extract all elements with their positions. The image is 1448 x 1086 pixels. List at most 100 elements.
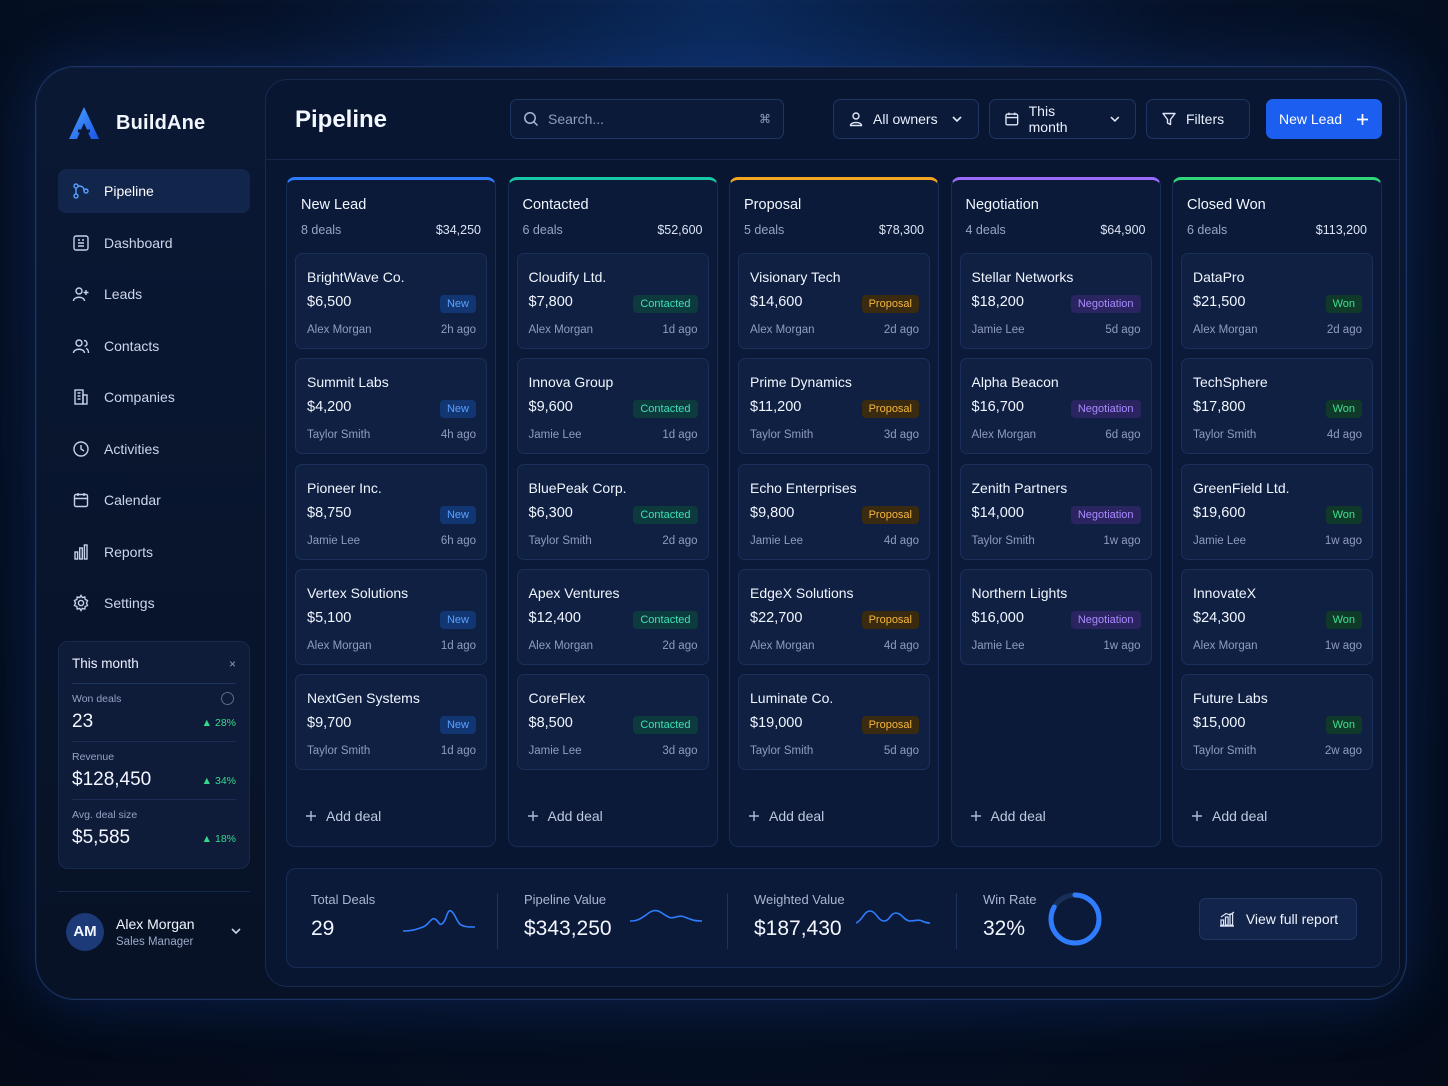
status-badge: Won [1325, 295, 1362, 313]
summary-value: $187,430 [754, 917, 842, 940]
plus-icon [527, 811, 538, 821]
deal-card[interactable]: Northern Lights $16,000 Negotiation Jami… [959, 568, 1152, 665]
pipeline-column-new-lead: New Lead 8 deals $34,250 BrightWave Co. … [286, 177, 496, 847]
sidebar-item-leads[interactable]: Leads [58, 272, 250, 316]
deal-time: 4d ago [1326, 429, 1362, 442]
deal-card[interactable]: Alpha Beacon $16,700 Negotiation Alex Mo… [959, 358, 1152, 455]
deal-company: Stellar Networks [971, 269, 1074, 285]
deal-card[interactable]: Innova Group $9,600 Contacted Jamie Lee … [516, 358, 709, 455]
companies-icon [72, 388, 90, 406]
status-badge: Won [1325, 505, 1362, 524]
deal-card[interactable]: Zenith Partners $14,000 Negotiation Tayl… [959, 463, 1152, 560]
status-badge: Contacted [633, 716, 698, 735]
deal-card[interactable]: Summit Labs $4,200 New Taylor Smith 4h a… [295, 358, 487, 455]
sidebar-item-label: Reports [104, 543, 154, 560]
deal-card[interactable]: CoreFlex $8,500 Contacted Jamie Lee 3d a… [516, 674, 709, 771]
deal-owner: Taylor Smith [971, 534, 1035, 547]
deal-owner: Alex Morgan [307, 324, 372, 336]
sidebar-item-calendar[interactable]: Calendar [58, 478, 250, 522]
sidebar-item-label: Companies [104, 389, 175, 405]
deal-company: Cloudify Ltd. [528, 269, 607, 285]
status-badge: Proposal [861, 505, 919, 524]
search-input[interactable]: Search... ⌘ [510, 99, 784, 139]
info-icon[interactable] [221, 692, 234, 705]
deal-card[interactable]: GreenField Ltd. $19,600 Won Jamie Lee 1w… [1181, 463, 1373, 560]
deal-card[interactable]: TechSphere $17,800 Won Taylor Smith 4d a… [1181, 358, 1373, 455]
add-deal-button[interactable]: Add deal [305, 808, 381, 824]
date-filter-dropdown[interactable]: This month [989, 99, 1136, 139]
deal-company: Pioneer Inc. [307, 479, 382, 496]
status-badge: Proposal [861, 610, 919, 629]
deal-card[interactable]: Apex Ventures $12,400 Contacted Alex Mor… [516, 568, 709, 665]
deal-card[interactable]: Visionary Tech $14,600 Proposal Alex Mor… [738, 253, 930, 349]
chevron-down-icon [952, 116, 962, 123]
stat-won-deals: Won deals 23 ▲ 28% [72, 684, 236, 742]
deal-card[interactable]: InnovateX $24,300 Won Alex Morgan 1w ago [1181, 568, 1373, 665]
deal-card[interactable]: Stellar Networks $18,200 Negotiation Jam… [959, 253, 1152, 349]
deal-card[interactable]: Pioneer Inc. $8,750 New Jamie Lee 6h ago [295, 463, 487, 560]
view-full-report-button[interactable]: View full report [1199, 898, 1357, 940]
deal-card[interactable]: Vertex Solutions $5,100 New Alex Morgan … [295, 568, 487, 665]
sidebar-item-contacts[interactable]: Contacts [58, 324, 250, 368]
deal-company: Apex Ventures [528, 584, 620, 601]
sidebar: BuildAne Pipeline Dashboard Leads Contacts C… [58, 79, 272, 987]
sidebar-item-reports[interactable]: Reports [58, 530, 250, 574]
plus-icon [306, 811, 316, 821]
stat-delta: ▲ 18% [201, 833, 236, 845]
deal-time: 1w ago [1324, 639, 1362, 652]
sidebar-item-label: Contacts [104, 337, 160, 354]
owner-filter-label: All owners [873, 111, 938, 127]
brand[interactable]: BuildAne [66, 105, 205, 141]
divider [956, 893, 957, 949]
new-lead-label: New Lead [1278, 111, 1343, 127]
main-panel: Pipeline Search... ⌘ All owners This mon… [265, 79, 1400, 987]
sidebar-item-activities[interactable]: Activities [58, 427, 250, 471]
deal-owner: Alex Morgan [971, 429, 1037, 442]
buildane-logo-icon [69, 107, 99, 139]
column-title: Proposal [744, 197, 802, 213]
deal-value: $9,800 [750, 504, 795, 521]
deal-time: 2d ago [883, 324, 919, 336]
filters-button[interactable]: Filters [1146, 99, 1250, 139]
deal-company: DataPro [1193, 269, 1245, 285]
sidebar-item-dashboard[interactable]: Dashboard [58, 221, 250, 265]
add-deal-button[interactable]: Add deal [527, 808, 603, 824]
new-lead-button[interactable]: New Lead [1266, 99, 1382, 139]
deal-card[interactable]: Luminate Co. $19,000 Proposal Taylor Smi… [738, 674, 930, 771]
deal-card[interactable]: NextGen Systems $9,700 New Taylor Smith … [295, 674, 487, 771]
deal-card[interactable]: Future Labs $15,000 Won Taylor Smith 2w … [1181, 674, 1373, 771]
deal-company: Alpha Beacon [971, 374, 1059, 391]
sidebar-item-companies[interactable]: Companies [58, 375, 250, 419]
deal-value: $11,200 [750, 399, 802, 416]
deal-card[interactable]: DataPro $21,500 Won Alex Morgan 2d ago [1181, 253, 1373, 349]
deal-card[interactable]: Echo Enterprises $9,800 Proposal Jamie L… [738, 463, 930, 560]
chevron-down-icon[interactable] [230, 925, 242, 937]
status-badge: Negotiation [1070, 400, 1141, 419]
column-total: $52,600 [657, 223, 703, 237]
weighted-value-sparkline [856, 910, 930, 924]
deal-card[interactable]: BluePeak Corp. $6,300 Contacted Taylor S… [516, 463, 709, 560]
summary-label: Win Rate [983, 892, 1037, 907]
deal-time: 1w ago [1103, 534, 1141, 547]
deal-owner: Taylor Smith [750, 429, 814, 442]
add-deal-button[interactable]: Add deal [1191, 808, 1267, 824]
deal-company: GreenField Ltd. [1193, 479, 1290, 496]
stat-delta: ▲ 34% [201, 775, 236, 787]
add-deal-button[interactable]: Add deal [748, 808, 824, 824]
deal-owner: Alex Morgan [1193, 324, 1258, 336]
sidebar-item-settings[interactable]: Settings [58, 581, 250, 625]
reports-icon [72, 543, 90, 561]
deal-card[interactable]: EdgeX Solutions $22,700 Proposal Alex Mo… [738, 568, 930, 665]
deal-card[interactable]: BrightWave Co. $6,500 New Alex Morgan 2h… [295, 253, 487, 349]
sidebar-item-pipeline[interactable]: Pipeline [58, 169, 250, 213]
deal-card[interactable]: Prime Dynamics $11,200 Proposal Taylor S… [738, 358, 930, 455]
stat-label: Revenue [72, 751, 115, 763]
deal-card[interactable]: Cloudify Ltd. $7,800 Contacted Alex Morg… [516, 253, 709, 349]
close-icon[interactable]: × [229, 657, 236, 671]
status-badge: New [439, 295, 476, 313]
user-profile[interactable]: AM Alex Morgan Sales Manager [58, 891, 250, 971]
add-deal-button[interactable]: Add deal [970, 808, 1046, 824]
divider [497, 893, 498, 949]
column-deal-count: 6 deals [1187, 223, 1228, 237]
owner-filter-dropdown[interactable]: All owners [833, 99, 979, 139]
